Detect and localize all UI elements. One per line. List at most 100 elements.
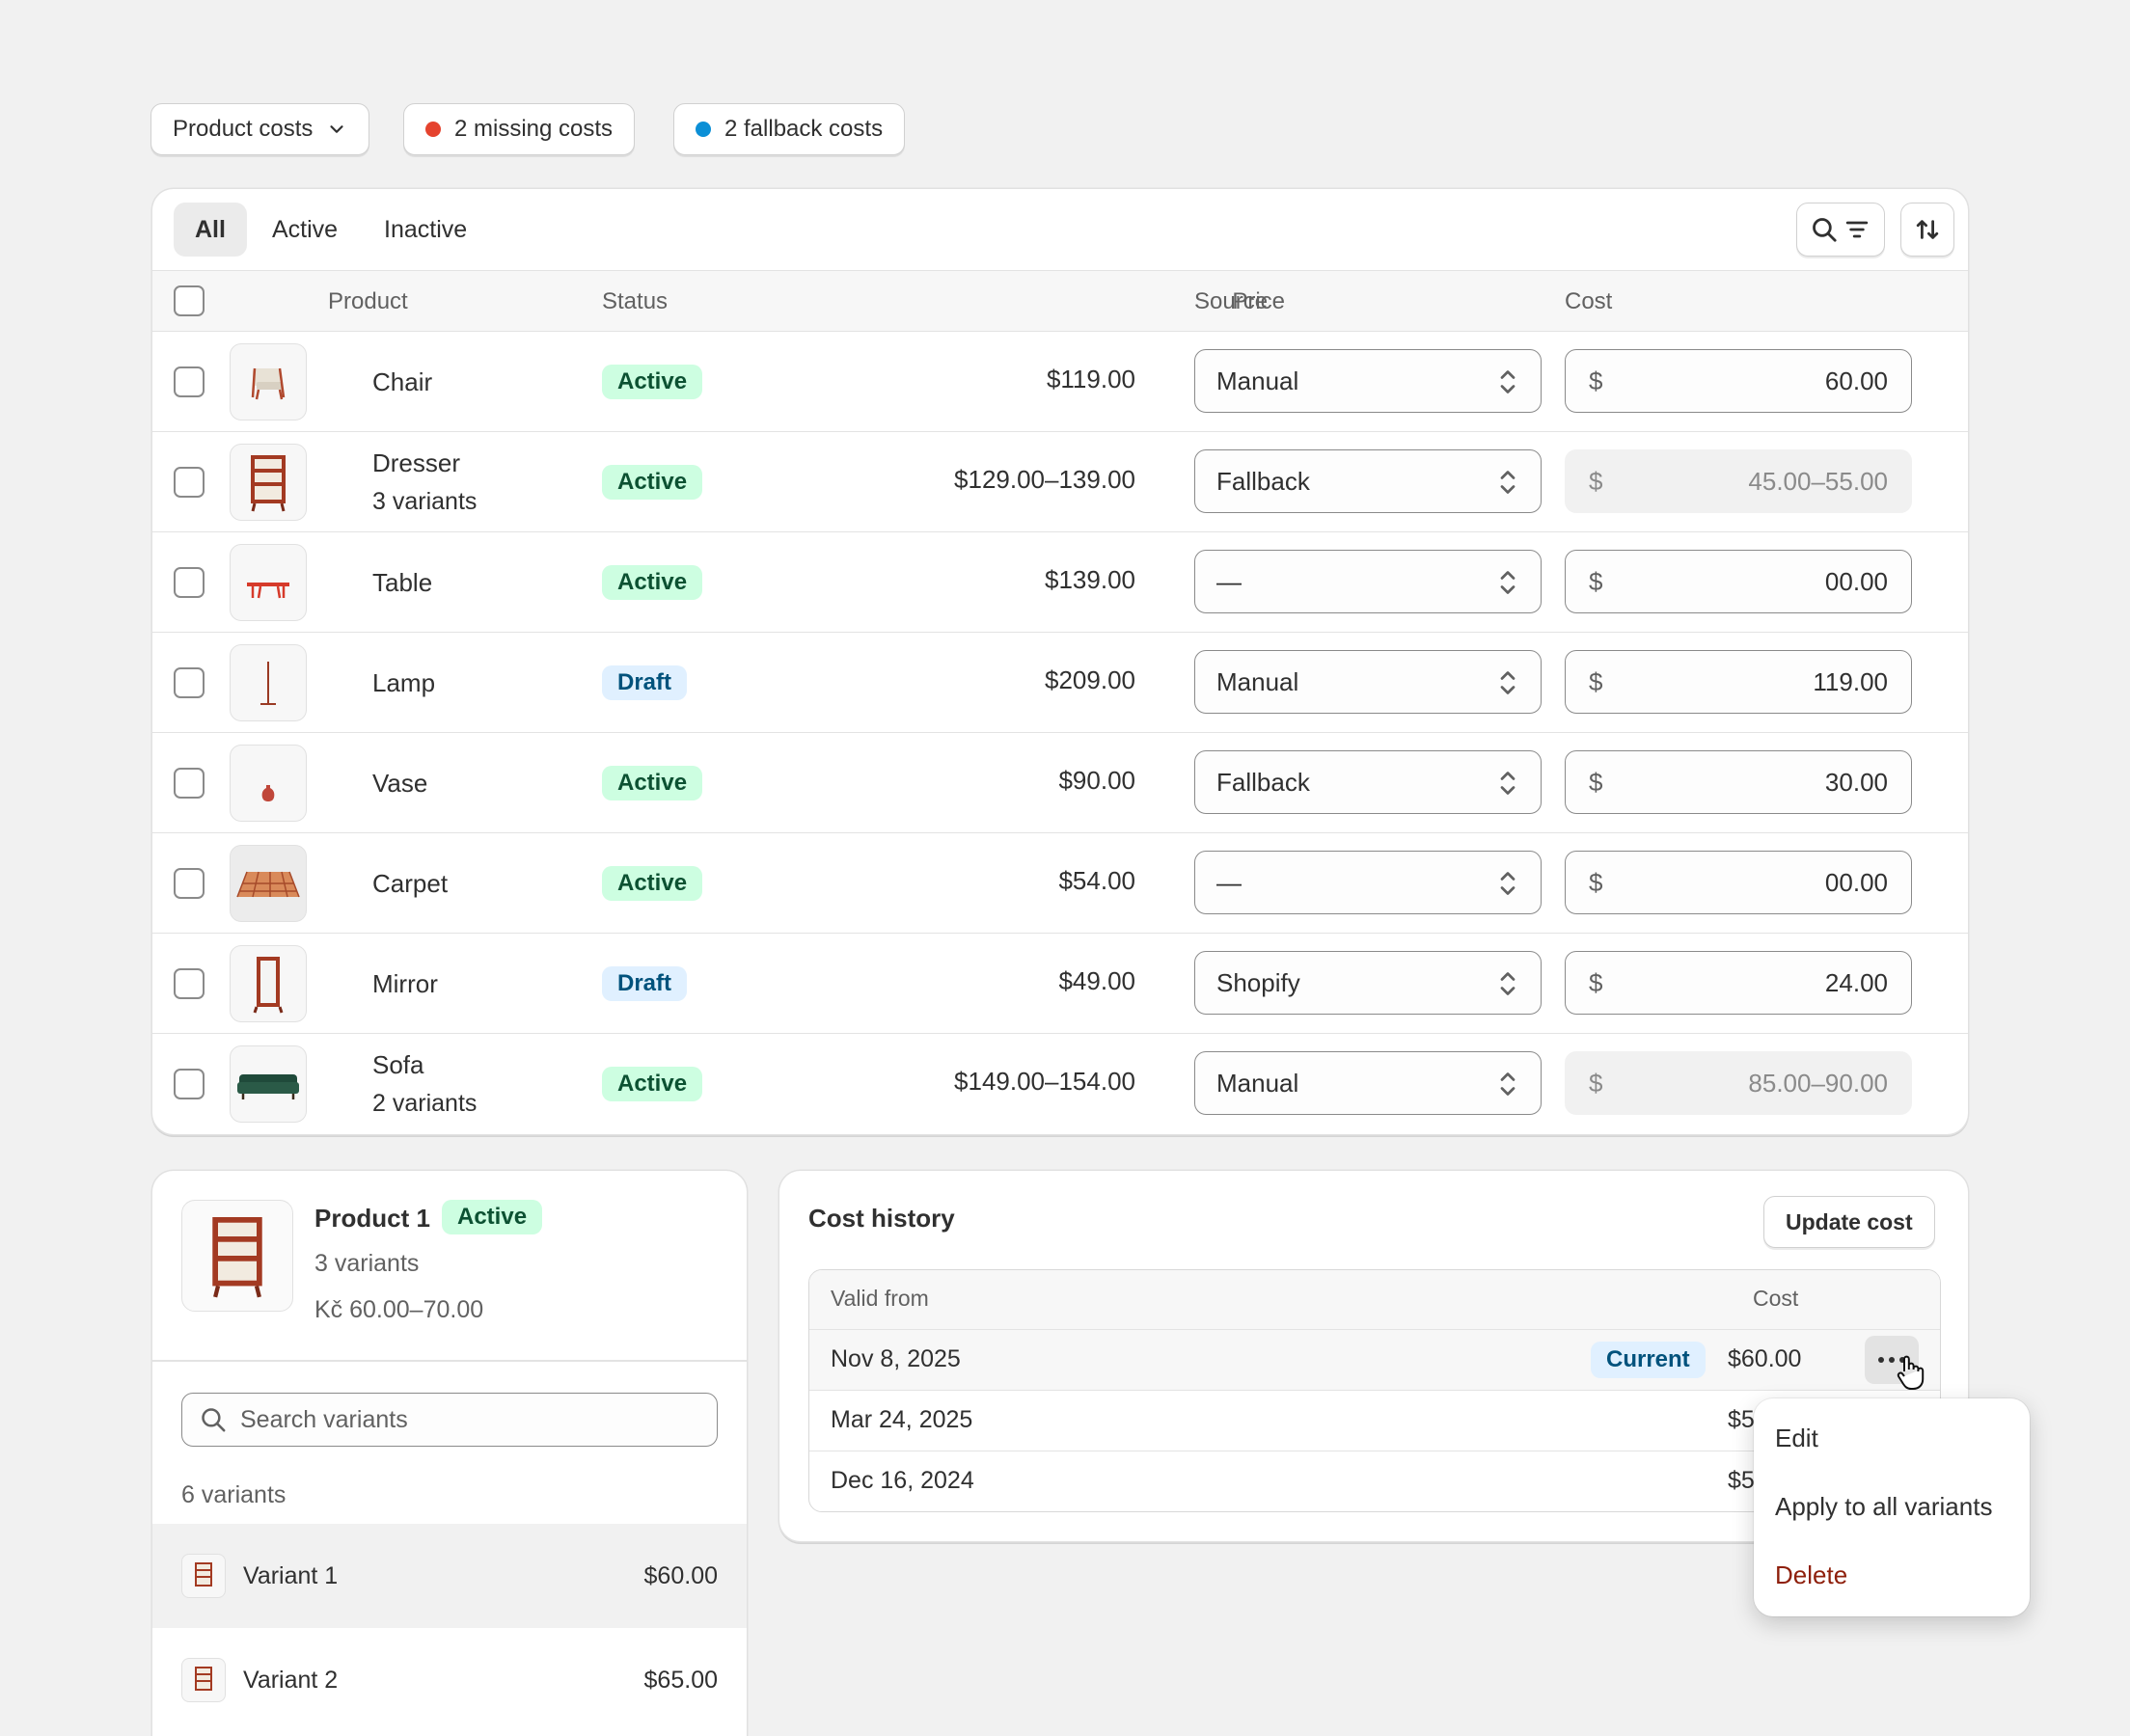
variant-name: Variant 2 [243,1666,339,1694]
variants-count-label: 6 variants [181,1481,287,1508]
variant-list-item[interactable]: Variant 1 $60.00 [152,1524,747,1628]
product-costs-dropdown[interactable]: Product costs [150,103,370,155]
header-status: Status [602,288,669,314]
cost-input: $45.00–55.00 [1565,449,1912,513]
product-thumbnail-chair [230,343,307,420]
row-checkbox[interactable] [174,1069,205,1099]
select-chevron-icon [1500,370,1516,393]
row-checkbox[interactable] [174,567,205,598]
cost-input[interactable]: $24.00 [1565,951,1912,1015]
source-value: Fallback [1216,767,1310,797]
variant-thumbnail [181,1658,226,1702]
cost-input[interactable]: $00.00 [1565,550,1912,613]
cost-value: 00.00 [1824,566,1888,596]
cost-input[interactable]: $00.00 [1565,851,1912,914]
cost-value: 119.00 [1813,666,1888,696]
sort-arrows-icon [1916,220,1939,239]
cost-history-header: Valid from Cost [809,1270,1940,1330]
status-badge: Active [602,766,703,800]
tab-inactive[interactable]: Inactive [363,203,488,257]
currency-symbol: $ [1589,666,1603,696]
product-name: Mirror [372,969,438,998]
valid-from-date: Nov 8, 2025 [831,1345,961,1372]
status-badge: Active [602,1067,703,1101]
header-cost: Cost [1565,288,1613,314]
valid-from-date: Dec 16, 2024 [831,1467,974,1494]
status-tabs: All Active Inactive [174,203,488,257]
row-checkbox[interactable] [174,467,205,498]
tab-all[interactable]: All [174,203,247,257]
current-badge: Current [1591,1342,1706,1378]
source-select[interactable]: Manual [1194,1051,1542,1115]
tab-active[interactable]: Active [251,203,359,257]
product-name: Table [372,568,433,597]
table-row: Sofa 2 variants Active $149.00–154.00 Ma… [152,1034,1968,1134]
source-select[interactable]: Manual [1194,349,1542,413]
source-select[interactable]: Fallback [1194,750,1542,814]
row-checkbox[interactable] [174,768,205,799]
select-chevron-icon [1500,1072,1516,1096]
product-image [181,1200,293,1312]
cost-value: 30.00 [1824,767,1888,797]
select-all-checkbox[interactable] [174,285,205,316]
product-thumbnail-lamp [230,644,307,721]
price-value: $54.00 [1058,866,1135,895]
update-cost-button[interactable]: Update cost [1763,1196,1935,1248]
cost-history-title: Cost history [808,1204,955,1233]
variant-price: $60.00 [643,1561,718,1589]
product-detail-card: Product 1 Active 3 variants Kč 60.00–70.… [152,1171,747,1736]
product-name: Dresser [372,448,461,477]
valid-from-date: Mar 24, 2025 [831,1406,973,1433]
product-thumbnail-carpet [230,845,307,922]
table-row: Mirror Draft $49.00 Shopify $24.00 [152,934,1968,1034]
cost-value: $5 [1728,1406,1755,1433]
missing-costs-label: 2 missing costs [454,116,614,142]
table-row: Carpet Active $54.00 — $00.00 [152,833,1968,934]
cost-value: 60.00 [1824,366,1888,395]
product-variants: 2 variants [372,1090,478,1117]
variant-list-item[interactable]: Variant 2 $65.00 [152,1628,747,1732]
price-value: $90.00 [1058,766,1135,795]
product-name: Vase [372,769,428,798]
product-name: Chair [372,367,433,396]
source-select[interactable]: — [1194,851,1542,914]
source-select[interactable]: Manual [1194,650,1542,714]
cost-input[interactable]: $30.00 [1565,750,1912,814]
table-row: Lamp Draft $209.00 Manual $119.00 [152,633,1968,733]
source-value: — [1216,566,1242,596]
cost-input[interactable]: $119.00 [1565,650,1912,714]
price-value: $209.00 [1045,665,1135,694]
currency-symbol: $ [1589,366,1603,395]
search-variants-input[interactable]: Search variants [181,1393,718,1447]
row-checkbox[interactable] [174,968,205,999]
source-select[interactable]: — [1194,550,1542,613]
row-checkbox[interactable] [174,366,205,397]
menu-item-delete[interactable]: Delete [1775,1560,1847,1590]
cost-value: 24.00 [1824,967,1888,997]
select-chevron-icon [1500,671,1516,694]
cost-input[interactable]: $60.00 [1565,349,1912,413]
search-icon [1813,218,1837,242]
source-value: — [1216,867,1242,897]
missing-dot-icon [425,122,441,137]
row-checkbox[interactable] [174,667,205,698]
source-select[interactable]: Fallback [1194,449,1542,513]
table-row: Dresser 3 variants Active $129.00–139.00… [152,432,1968,532]
source-select[interactable]: Shopify [1194,951,1542,1015]
source-value: Shopify [1216,967,1300,997]
search-placeholder: Search variants [240,1405,408,1433]
sort-button[interactable] [1900,203,1954,257]
product-costs-label: Product costs [173,116,314,142]
search-filter-button[interactable] [1796,203,1885,257]
missing-costs-filter[interactable]: 2 missing costs [403,103,636,155]
status-badge: Active [602,465,703,500]
fallback-costs-filter[interactable]: 2 fallback costs [673,103,906,155]
menu-item-edit[interactable]: Edit [1775,1424,1818,1453]
menu-item-apply-all[interactable]: Apply to all variants [1775,1492,1992,1522]
table-row: Table Active $139.00 — $00.00 [152,532,1968,633]
row-checkbox[interactable] [174,868,205,899]
header-product: Product [328,288,408,314]
cost-value: 00.00 [1824,867,1888,897]
product-title: Product 1 [314,1204,430,1233]
product-status-badge: Active [442,1200,543,1234]
